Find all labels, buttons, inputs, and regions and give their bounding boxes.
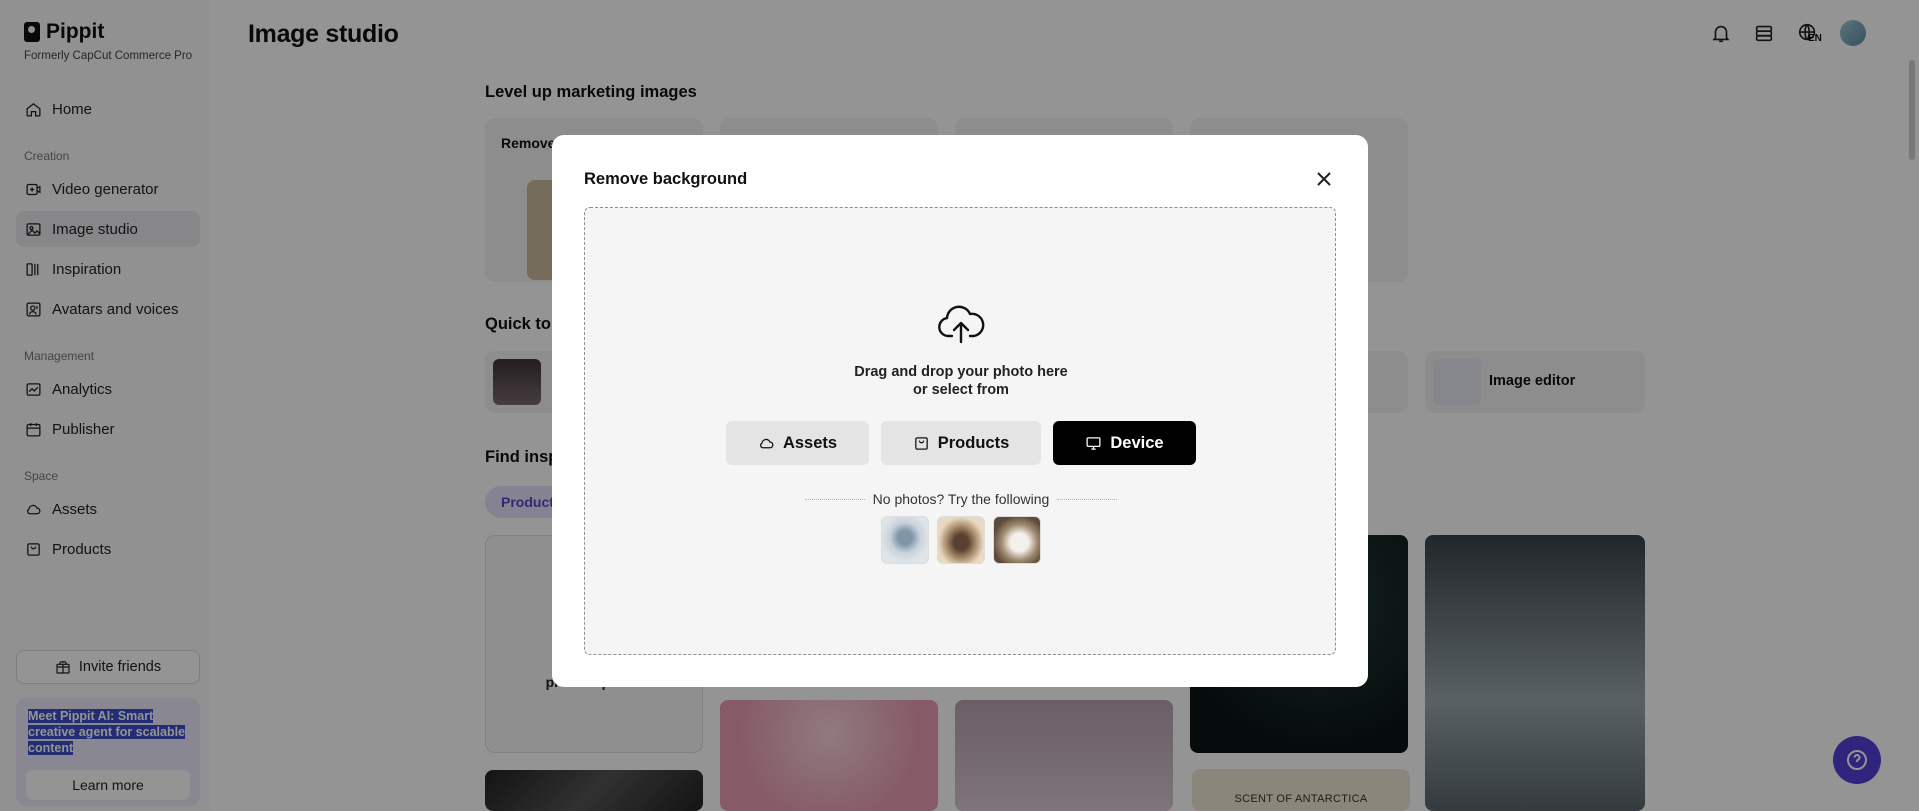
button-label: Products: [937, 433, 1010, 452]
divider: [804, 498, 865, 500]
upload-dropzone[interactable]: Drag and drop your photo here or select …: [584, 207, 1336, 655]
select-from-device-button[interactable]: Device: [1053, 421, 1196, 465]
monitor-icon: [1086, 436, 1101, 450]
divider: [1057, 498, 1118, 500]
drop-instruction: Drag and drop your photo here: [854, 364, 1068, 380]
button-label: Assets: [782, 433, 838, 452]
close-button[interactable]: [1312, 167, 1336, 191]
sample-hint-text: No photos? Try the following: [872, 491, 1050, 507]
sample-hint-row: No photos? Try the following: [585, 491, 1337, 507]
select-from-assets-button[interactable]: Assets: [726, 421, 869, 465]
drop-instruction-secondary: or select from: [913, 382, 1009, 398]
product-box-icon: [914, 436, 928, 450]
modal-title: Remove background: [584, 170, 748, 188]
cloud-icon: [759, 438, 774, 448]
select-from-products-button[interactable]: Products: [881, 421, 1041, 465]
sample-image-earbuds[interactable]: [881, 516, 929, 564]
cloud-upload-icon: [937, 302, 985, 346]
close-icon: [1317, 172, 1331, 186]
sample-images: [881, 516, 1041, 564]
button-label: Device: [1110, 433, 1164, 452]
sample-image-makeup-palette[interactable]: [937, 516, 985, 564]
sample-image-chair[interactable]: [993, 516, 1041, 564]
remove-background-modal: Remove background Drag and drop your pho…: [552, 135, 1368, 687]
